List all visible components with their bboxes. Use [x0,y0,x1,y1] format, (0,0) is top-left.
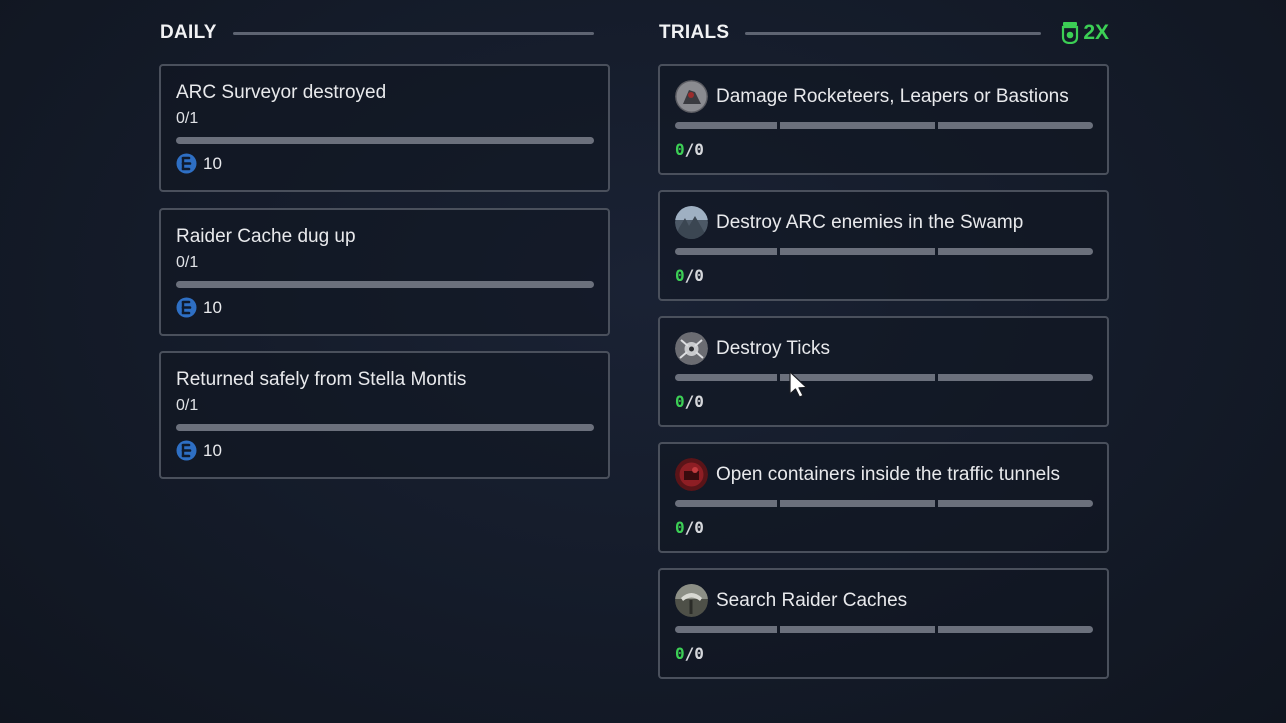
daily-divider [232,31,594,35]
daily-card-progress: 0/1 [176,110,199,127]
trial-card-progress: 0/0 [675,266,704,285]
trial-card-progress: 0/0 [675,392,704,411]
tick-thumbnail-icon [675,332,708,365]
progress-segment [780,122,935,129]
progress-segment [938,122,1093,129]
progress-segment [675,626,777,633]
progress-segment [675,122,777,129]
daily-header: DAILY [160,20,594,46]
progress-segment [938,374,1093,381]
trial-card[interactable]: Destroy ARC enemies in the Swamp 0/0 [658,190,1109,301]
trial-card-progress-bar [675,626,1093,633]
progress-total: 0 [694,266,704,285]
trials-title: TRIALS [659,22,730,43]
trial-card-progress: 0/0 [675,140,704,159]
reward-amount: 10 [203,153,222,173]
trophy-icon [1062,22,1079,44]
progress-current: 0 [675,518,685,537]
progress-total: 0 [694,392,704,411]
progress-current: 0 [675,392,685,411]
progress-segment [675,374,777,381]
reward-amount: 10 [203,440,222,460]
trial-card[interactable]: Damage Rocketeers, Leapers or Bastions 0… [658,64,1109,175]
progress-segment [780,626,935,633]
trial-card-title: Destroy Ticks [716,338,831,359]
progress-separator: / [684,140,695,159]
swamp-thumbnail-icon [675,206,708,239]
progress-current: 0 [675,140,685,159]
progress-total: 0 [694,518,704,537]
daily-title: DAILY [160,22,217,43]
progress-segment [675,248,777,255]
progress-segment [780,500,935,507]
coin-icon [176,153,197,174]
trial-card[interactable]: Open containers inside the traffic tunne… [658,442,1109,553]
progress-separator: / [684,518,695,537]
container-thumbnail-icon [675,458,708,491]
daily-card-reward: 10 [176,153,222,174]
trial-card-title: Search Raider Caches [716,590,908,611]
daily-card-reward: 10 [176,440,222,461]
trial-card-progress-bar [675,122,1093,129]
daily-card-progress-bar [176,424,594,431]
trial-card-progress: 0/0 [675,644,704,663]
trial-card-title: Open containers inside the traffic tunne… [716,464,1060,485]
progress-segment [938,626,1093,633]
trial-card-progress-bar [675,374,1093,381]
rocketeer-thumbnail-icon [675,80,708,113]
raider-cache-thumbnail-icon [675,584,708,617]
progress-current: 0 [675,644,685,663]
trials-divider [745,31,1042,35]
daily-card[interactable]: Raider Cache dug up 0/1 10 [159,208,610,336]
progress-total: 0 [694,644,704,663]
progress-total: 0 [694,140,704,159]
coin-icon [176,297,197,318]
trial-card[interactable]: Search Raider Caches 0/0 [658,568,1109,679]
daily-card-title: Returned safely from Stella Montis [176,369,467,390]
trial-card-progress-bar [675,248,1093,255]
progress-segment [675,500,777,507]
daily-card-title: ARC Surveyor destroyed [176,82,387,103]
daily-card-progress: 0/1 [176,254,199,271]
progress-separator: / [684,266,695,285]
trials-multiplier: 2X [1061,21,1109,45]
trial-card-progress: 0/0 [675,518,704,537]
daily-card-reward: 10 [176,297,222,318]
daily-card-progress-bar [176,281,594,288]
trial-card-title: Destroy ARC enemies in the Swamp [716,212,1024,233]
reward-amount: 10 [203,297,222,317]
progress-segment [938,248,1093,255]
progress-current: 0 [675,266,685,285]
progress-separator: / [684,392,695,411]
daily-card-title: Raider Cache dug up [176,226,356,247]
trial-card-progress-bar [675,500,1093,507]
daily-card-progress: 0/1 [176,397,199,414]
daily-card[interactable]: ARC Surveyor destroyed 0/1 10 [159,64,610,192]
daily-card[interactable]: Returned safely from Stella Montis 0/1 1… [159,351,610,479]
progress-segment [780,248,935,255]
multiplier-label: 2X [1083,21,1109,44]
daily-card-progress-bar [176,137,594,144]
coin-icon [176,440,197,461]
progress-segment [938,500,1093,507]
trial-card[interactable]: Destroy Ticks 0/0 [658,316,1109,427]
trials-header: TRIALS 2X [659,20,1109,46]
trial-card-title: Damage Rocketeers, Leapers or Bastions [716,86,1069,107]
progress-separator: / [684,644,695,663]
mouse-cursor-icon [789,371,808,398]
